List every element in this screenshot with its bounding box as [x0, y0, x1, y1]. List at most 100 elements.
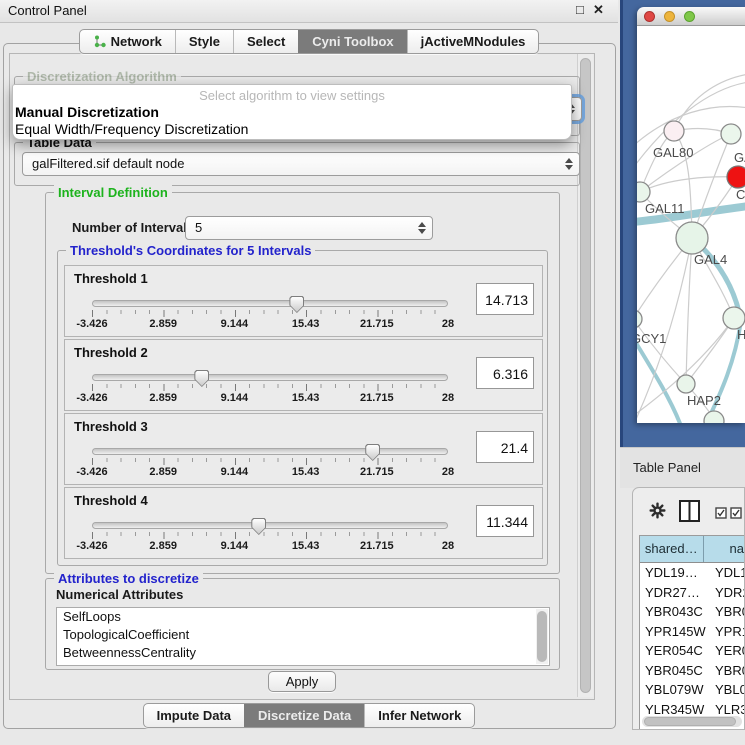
slider-track[interactable]	[92, 300, 448, 307]
scrollbar-thumb[interactable]	[644, 717, 736, 726]
scale-tick-label: 9.144	[221, 318, 249, 330]
scale-tick-label: -3.426	[76, 318, 107, 330]
threshold-2-value[interactable]: 6.316	[476, 357, 534, 389]
tab-jactivemnodules-label: jActiveMNodules	[421, 34, 526, 49]
threshold-4-value[interactable]: 11.344	[476, 505, 534, 537]
attributes-group: Attributes to discretize Numerical Attri…	[45, 578, 560, 670]
numerical-attributes-list[interactable]: SelfLoops TopologicalCoefficient Between…	[56, 607, 550, 666]
list-vertical-scrollbar[interactable]	[536, 609, 548, 664]
tab-cyni-toolbox[interactable]: Cyni Toolbox	[298, 30, 406, 53]
threshold-1-value[interactable]: 14.713	[476, 283, 534, 315]
tab-infer-network[interactable]: Infer Network	[364, 704, 474, 727]
tab-network[interactable]: Network	[80, 30, 175, 53]
table-row[interactable]: YBR043CYBR0	[640, 602, 744, 622]
tab-style[interactable]: Style	[175, 30, 233, 53]
node-gal80[interactable]	[664, 121, 684, 141]
node-label-partial: HI	[737, 327, 745, 342]
scale-tick-label: 9.144	[221, 540, 249, 552]
cell[interactable]: YBR0	[709, 602, 744, 622]
cell[interactable]: YPR145W	[640, 622, 709, 642]
algorithm-option-equal-width[interactable]: Equal Width/Frequency Discretization	[15, 121, 248, 137]
slider-track[interactable]	[92, 374, 448, 381]
list-item[interactable]: BetweennessCentrality	[57, 644, 549, 662]
tab-impute-data[interactable]: Impute Data	[144, 704, 244, 727]
algorithm-dropdown-popup: Select algorithm to view settings Manual…	[12, 84, 572, 140]
scrollbar-thumb[interactable]	[537, 611, 547, 662]
algorithm-placeholder-option[interactable]: Select algorithm to view settings	[13, 88, 571, 103]
network-window-titlebar[interactable]	[637, 7, 745, 26]
node-label-gal80: GAL80	[653, 145, 693, 160]
tab-jactivemnodules[interactable]: jActiveMNodules	[407, 30, 539, 53]
cell[interactable]: YDR27…	[640, 583, 709, 603]
split-columns-icon[interactable]	[679, 500, 700, 522]
algorithm-option-manual[interactable]: Manual Discretization	[15, 104, 159, 120]
tab-select[interactable]: Select	[233, 30, 298, 53]
stepper-icon	[416, 220, 427, 236]
table-row[interactable]: YDR27…YDR2	[640, 583, 744, 603]
node-gal11[interactable]	[637, 182, 650, 202]
cell[interactable]: YPR1	[709, 622, 744, 642]
table-horizontal-scrollbar[interactable]	[642, 716, 742, 727]
table-row[interactable]: YER054CYER0	[640, 641, 744, 661]
checkbox-icon[interactable]	[730, 507, 742, 519]
slider-track[interactable]	[92, 448, 448, 455]
node-gal4[interactable]	[676, 222, 708, 254]
cell[interactable]: YBL079W	[640, 680, 709, 700]
cell[interactable]: YBL0	[709, 680, 744, 700]
cell[interactable]: YDL19…	[640, 563, 709, 583]
node-red-selected[interactable]	[727, 166, 745, 188]
scale-tick-label: 2.859	[149, 540, 177, 552]
node[interactable]	[704, 411, 724, 423]
table-data-combobox[interactable]: galFiltered.sif default node	[22, 152, 580, 176]
cell[interactable]: YBR043C	[640, 602, 709, 622]
cell[interactable]: YLR3	[709, 700, 744, 718]
scrollbar-thumb[interactable]	[580, 58, 591, 693]
checkbox-icon[interactable]	[715, 507, 727, 519]
float-icon[interactable]: □	[576, 2, 584, 17]
table-header-row: shared… na	[640, 536, 744, 563]
zoom-traffic-icon[interactable]	[684, 11, 695, 22]
slider-ticks	[92, 532, 449, 539]
scale-tick-label: 2.859	[149, 318, 177, 330]
table-row[interactable]: YDL19…YDL1	[640, 563, 744, 583]
cell[interactable]: YER054C	[640, 641, 709, 661]
tab-discretize-data[interactable]: Discretize Data	[244, 704, 364, 727]
close-icon[interactable]: ✕	[593, 2, 604, 18]
slider-track[interactable]	[92, 522, 448, 529]
threshold-2-slider[interactable]: -3.426 2.859 9.144 15.43 21.715 28	[92, 370, 448, 406]
close-traffic-icon[interactable]	[644, 11, 655, 22]
number-of-intervals-combobox[interactable]: 5	[185, 216, 433, 240]
threshold-3-value[interactable]: 21.4	[476, 431, 534, 463]
node-hap2[interactable]	[677, 375, 695, 393]
table-row[interactable]: YBL079WYBL0	[640, 680, 744, 700]
node[interactable]	[723, 307, 745, 329]
threshold-3-slider[interactable]: -3.426 2.859 9.144 15.43 21.715 28	[92, 444, 448, 480]
scale-tick-label: 15.43	[292, 466, 320, 478]
node-gcy1[interactable]	[637, 310, 642, 328]
cell[interactable]: YER0	[709, 641, 744, 661]
threshold-3-label: Threshold 3	[74, 419, 148, 434]
node[interactable]	[721, 124, 741, 144]
list-item[interactable]: SelfLoops	[57, 608, 549, 626]
column-header-name[interactable]: na	[704, 536, 744, 562]
top-tab-bar: Network Style Select Cyni Toolbox jActiv…	[0, 29, 618, 54]
threshold-4-slider[interactable]: -3.426 2.859 9.144 15.43 21.715 28	[92, 518, 448, 554]
settings-gear-icon[interactable]	[649, 502, 666, 519]
interval-definition-title: Interval Definition	[54, 185, 172, 200]
table-row[interactable]: YPR145WYPR1	[640, 622, 744, 642]
network-canvas[interactable]: GAL80 GA C GAL11 GAL4 GCY1 HI HAP2	[637, 26, 745, 423]
column-header-shared-name[interactable]: shared…	[640, 536, 704, 562]
table-row[interactable]: YLR345WYLR3	[640, 700, 744, 718]
stepper-icon	[563, 156, 574, 172]
threshold-1-slider[interactable]: -3.426 2.859 9.144 15.43 21.715 28	[92, 296, 448, 332]
cell[interactable]: YBR045C	[640, 661, 709, 681]
thresholds-group: Threshold's Coordinates for 5 Intervals …	[57, 250, 548, 566]
cell[interactable]: YBR0	[709, 661, 744, 681]
list-item[interactable]: TopologicalCoefficient	[57, 626, 549, 644]
table-row[interactable]: YBR045CYBR0	[640, 661, 744, 681]
cell[interactable]: YDL1	[709, 563, 744, 583]
minimize-traffic-icon[interactable]	[664, 11, 675, 22]
cell[interactable]: YLR345W	[640, 700, 709, 718]
apply-button[interactable]: Apply	[268, 671, 336, 692]
cell[interactable]: YDR2	[709, 583, 744, 603]
